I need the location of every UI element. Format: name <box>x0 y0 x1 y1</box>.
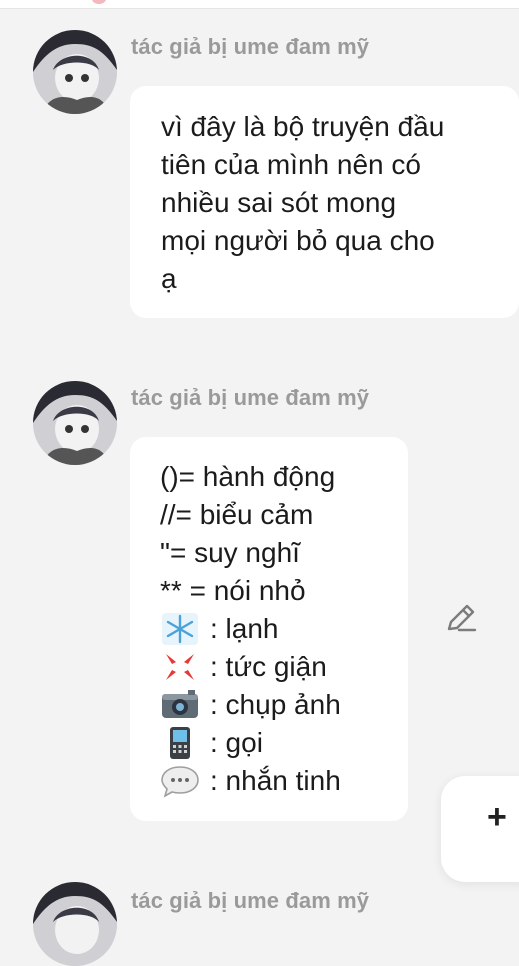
message-bubble: ()= hành động //= biểu cảm "= suy nghĩ *… <box>130 437 408 821</box>
add-button[interactable]: + <box>441 776 519 882</box>
legend-row: : lạnh <box>160 610 408 648</box>
author-name: tác giả bị ume đam mỹ <box>131 888 370 913</box>
legend-row: : nhắn tinh <box>160 762 408 800</box>
legend-row: : gọi <box>160 724 408 762</box>
avatar[interactable] <box>33 381 117 465</box>
avatar-image <box>33 30 117 114</box>
notification-dot <box>92 0 106 4</box>
message-line: "= suy nghĩ <box>160 537 300 568</box>
avatar-image <box>33 882 117 966</box>
message-line: ()= hành động <box>160 461 336 492</box>
message-line: tiên của mình nên có <box>161 149 421 180</box>
legend-label: : nhắn tinh <box>210 765 341 796</box>
legend-row: : tức giận <box>160 648 408 686</box>
mobile-phone-icon <box>160 726 200 760</box>
message-line: //= biểu cảm <box>160 499 314 530</box>
message-line: vì đây là bộ truyện đầu <box>161 111 445 142</box>
message-line: ** = nói nhỏ <box>160 575 306 606</box>
legend-label: : tức giận <box>210 651 327 682</box>
camera-icon <box>160 688 200 722</box>
pencil-icon <box>447 604 477 632</box>
legend-label: : lạnh <box>210 613 279 644</box>
anger-icon <box>160 650 200 684</box>
author-name: tác giả bị ume đam mỹ <box>131 385 370 410</box>
edit-button[interactable] <box>443 600 479 636</box>
author-name: tác giả bị ume đam mỹ <box>131 34 370 59</box>
legend-row: : chụp ảnh <box>160 686 408 724</box>
legend-label: : chụp ảnh <box>210 689 341 720</box>
avatar[interactable] <box>33 882 117 966</box>
message-line: ạ <box>161 263 177 294</box>
plus-icon: + <box>487 798 507 836</box>
avatar-image <box>33 381 117 465</box>
message-line: mọi người bỏ qua cho <box>161 225 435 256</box>
message-bubble: vì đây là bộ truyện đầu tiên của mình nê… <box>130 86 519 318</box>
top-strip <box>0 0 519 9</box>
speech-bubble-icon <box>160 764 200 798</box>
avatar[interactable] <box>33 30 117 114</box>
snowflake-icon <box>160 612 200 646</box>
legend-label: : gọi <box>210 727 263 758</box>
message-line: nhiều sai sót mong <box>161 187 397 218</box>
